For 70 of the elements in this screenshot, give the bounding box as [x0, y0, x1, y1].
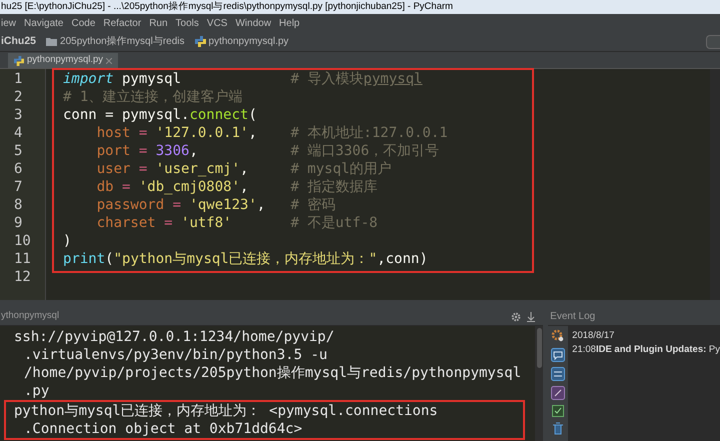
code-line: db = 'db_cmj0808', — [96, 178, 250, 196]
python-file-icon — [194, 36, 206, 47]
breadcrumb-item[interactable]: 205python操作mysql与redis — [60, 34, 185, 49]
trash-icon[interactable] — [552, 422, 564, 435]
menu-item[interactable]: Navigate — [24, 16, 64, 30]
line-number: 1 — [14, 71, 22, 87]
code-line: # 1、建立连接，创建客户端 — [63, 88, 244, 106]
console-scrollbar-track[interactable] — [535, 326, 544, 441]
code-line: print("python与mysql已连接，内存地址为：",conn) — [63, 250, 428, 268]
editor-scrollbar-track[interactable] — [710, 69, 720, 300]
menu-item[interactable]: Help — [279, 16, 300, 30]
breadcrumb-item[interactable]: pythonpymysql.py — [208, 34, 289, 49]
menu-item[interactable]: Refactor — [103, 16, 142, 30]
code-comment: # 密码 — [290, 196, 336, 214]
menu-item[interactable]: Run — [149, 16, 168, 30]
code-line: port = 3306, — [96, 142, 199, 160]
chat-icon[interactable] — [551, 348, 566, 362]
menu-item[interactable]: Tools — [176, 16, 199, 30]
line-number: 7 — [14, 179, 22, 195]
window-title: hu25 [E:\pythonJiChu25] - ...\205python操作mysql与redis\pythonpymysql.py [pythonjichuban25] - PyCharm — [1, 2, 453, 12]
code-comment: # mysql的用户 — [290, 160, 392, 178]
log-message: 21:08IDE and Plugin Updates: Py — [572, 343, 720, 357]
console-line: .virtualenvs/py3env/bin/python3.5 -u — [24, 346, 328, 364]
line-number: 3 — [14, 107, 22, 123]
python-file-icon — [14, 56, 24, 66]
code-comment: # 指定数据库 — [290, 178, 378, 196]
code-comment: # 导入模块pymysql — [290, 70, 422, 88]
code-line: user = 'user_cmj', — [96, 160, 250, 178]
line-number: 11 — [14, 251, 31, 267]
code-comment: # 不是utf-8 — [290, 214, 378, 232]
code-comment: # 端口3306，不加引号 — [290, 142, 440, 160]
console-line: python与mysql已连接，内存地址为： <pymysql.connections — [14, 402, 438, 420]
event-log-title: Event Log — [550, 310, 596, 324]
line-number: 6 — [14, 161, 22, 177]
run-panel-title: ythonpymysql — [1, 309, 60, 324]
console-line: ssh://pyvip@127.0.0.1:1234/home/pyvip/ — [14, 328, 334, 346]
line-number: 9 — [14, 215, 22, 231]
code-line: host = '127.0.0.1', — [96, 124, 258, 142]
line-number: 8 — [14, 197, 22, 213]
settings-icon[interactable] — [511, 312, 522, 322]
log-date: 2018/8/17 — [572, 330, 614, 341]
folder-icon — [46, 37, 58, 46]
code-line: conn = pymysql.connect( — [63, 106, 258, 124]
code-line: import pymysql — [63, 70, 182, 88]
menu-item[interactable]: Window — [235, 16, 272, 30]
line-number: 10 — [14, 233, 31, 249]
line-number: 12 — [14, 269, 31, 285]
menu-item[interactable]: Code — [71, 16, 96, 30]
run-config-button[interactable] — [706, 34, 720, 48]
code-comment: # 本机地址:127.0.0.1 — [290, 124, 448, 142]
pin-icon[interactable] — [527, 312, 536, 322]
menu-item[interactable]: VCS — [206, 16, 228, 30]
editor-tab[interactable]: pythonpymysql.py — [8, 53, 118, 68]
console-line: /home/pyvip/projects/205python操作mysql与redis/pythonpymysql — [24, 364, 522, 382]
scrollbar-thumb[interactable] — [536, 328, 542, 368]
edit-icon[interactable] — [551, 386, 566, 400]
breadcrumb-item[interactable]: iChu25 — [1, 34, 36, 50]
check-icon[interactable] — [552, 405, 564, 417]
code-line: password = 'qwe123', — [96, 196, 266, 214]
console-line: .py — [24, 382, 50, 400]
list-icon[interactable] — [551, 367, 566, 381]
close-icon[interactable] — [106, 58, 112, 64]
code-line: ) — [63, 232, 72, 250]
line-number: 2 — [14, 89, 22, 105]
gear-icon[interactable] — [551, 329, 566, 343]
line-number: 4 — [14, 125, 22, 141]
menu-item[interactable]: iew — [1, 16, 16, 30]
line-number: 5 — [14, 143, 22, 159]
console-line: .Connection object at 0xb71dd64c> — [24, 420, 302, 438]
code-line: charset = 'utf8' — [96, 214, 233, 232]
